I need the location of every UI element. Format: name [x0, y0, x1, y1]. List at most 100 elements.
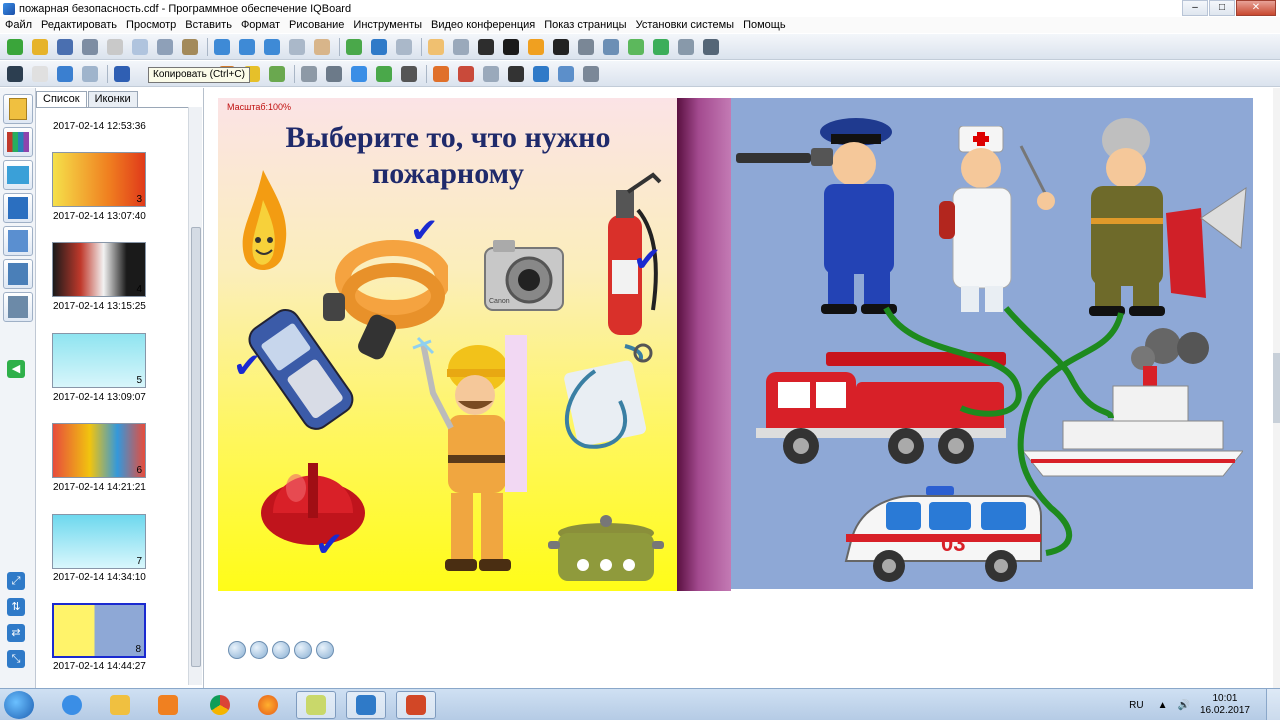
menu-file[interactable]: Файл	[5, 19, 32, 31]
paste-button[interactable]	[179, 36, 201, 58]
slide-thumbnail-4[interactable]: 4	[52, 242, 146, 297]
dual-screen-button[interactable]	[393, 36, 415, 58]
taskbar-iqboard[interactable]	[346, 691, 386, 719]
text-tool[interactable]	[505, 63, 527, 85]
slide-canvas[interactable]: Масштаб:100% Выберите то, что нужно пожа…	[218, 98, 1253, 591]
triangle-tool[interactable]	[398, 63, 420, 85]
magic-pen-tool[interactable]	[266, 63, 288, 85]
resource-tool[interactable]	[455, 63, 477, 85]
nav-last-button[interactable]	[316, 641, 334, 659]
fullscreen-button[interactable]	[368, 36, 390, 58]
slide-thumbnail-7[interactable]: 7	[52, 514, 146, 569]
print-button[interactable]	[79, 36, 101, 58]
sort-vertical-icon[interactable]: ⇅	[7, 598, 25, 616]
menu-settings[interactable]: Установки системы	[636, 19, 734, 31]
show-desktop-button[interactable]	[1266, 689, 1280, 720]
undo-button[interactable]	[54, 63, 76, 85]
expand-icon[interactable]: ⤢	[7, 572, 25, 590]
nav-first-button[interactable]	[228, 641, 246, 659]
pen-tool[interactable]	[111, 63, 133, 85]
save-button[interactable]	[54, 36, 76, 58]
line-tool[interactable]	[323, 63, 345, 85]
menu-format[interactable]: Формат	[241, 19, 280, 31]
eraser-tool[interactable]	[298, 63, 320, 85]
pink-board-image[interactable]	[505, 335, 527, 492]
slide-thumbnail-6[interactable]: 6	[52, 423, 146, 478]
scrollbar-thumb[interactable]	[1273, 353, 1280, 423]
taskbar-media-player[interactable]	[148, 691, 188, 719]
taskbar-files[interactable]	[296, 691, 336, 719]
tab-icons[interactable]: Иконки	[87, 91, 138, 107]
taskbar-firefox[interactable]	[248, 691, 288, 719]
minimize-button[interactable]: –	[1182, 0, 1208, 16]
clock[interactable]: 10:01 16.02.2017	[1200, 693, 1250, 717]
monitor-button[interactable]	[550, 36, 572, 58]
geometry-tab[interactable]	[3, 226, 33, 256]
image-button[interactable]	[343, 36, 365, 58]
taskbar-powerpoint[interactable]	[396, 691, 436, 719]
pan-button[interactable]	[311, 36, 333, 58]
screen-shade-button[interactable]	[500, 36, 522, 58]
menu-video-conference[interactable]: Видео конференция	[431, 19, 535, 31]
stethoscope-image[interactable]	[555, 341, 655, 456]
nav-next-button[interactable]	[294, 641, 312, 659]
menu-insert[interactable]: Вставить	[185, 19, 232, 31]
pointer-hand-button[interactable]	[425, 36, 447, 58]
capture-tool[interactable]	[580, 63, 602, 85]
menu-help[interactable]: Помощь	[743, 19, 786, 31]
taskbar-ie[interactable]	[52, 691, 92, 719]
notes-tab[interactable]	[3, 292, 33, 322]
camera-button[interactable]	[575, 36, 597, 58]
redo-button[interactable]	[79, 63, 101, 85]
color-tool[interactable]	[430, 63, 452, 85]
measure-tab[interactable]	[3, 259, 33, 289]
open-button[interactable]	[29, 36, 51, 58]
spotlight-button[interactable]	[475, 36, 497, 58]
slide-thumbnail-8[interactable]: 8	[52, 603, 146, 658]
camera-image[interactable]: Canon	[483, 238, 567, 318]
close-button[interactable]: ✕	[1236, 0, 1276, 16]
taskbar-chrome[interactable]	[200, 691, 240, 719]
swap-horizontal-icon[interactable]: ⇄	[7, 624, 25, 642]
tools-tab[interactable]	[3, 193, 33, 223]
menu-slideshow[interactable]: Показ страницы	[544, 19, 626, 31]
start-button[interactable]	[4, 691, 34, 719]
nav-stop-button[interactable]	[272, 641, 290, 659]
zoom-button[interactable]	[261, 36, 283, 58]
library-tab[interactable]	[3, 127, 33, 157]
pages-tab[interactable]	[3, 94, 33, 124]
delete-page-button[interactable]	[104, 36, 126, 58]
language-indicator[interactable]: RU	[1129, 700, 1143, 711]
menu-edit[interactable]: Редактировать	[41, 19, 117, 31]
mouse-tool[interactable]	[29, 63, 51, 85]
fire-helmet-image[interactable]	[258, 443, 368, 558]
table-tool[interactable]	[480, 63, 502, 85]
shape-tool[interactable]	[348, 63, 370, 85]
zoom-in-button[interactable]	[211, 36, 233, 58]
chart-tool[interactable]	[373, 63, 395, 85]
measure-tool[interactable]	[555, 63, 577, 85]
panel-scrollbar[interactable]	[188, 107, 202, 685]
select-tool[interactable]	[4, 63, 26, 85]
copy-button[interactable]	[129, 36, 151, 58]
resize-icon[interactable]: ⤡	[7, 650, 25, 668]
menu-view[interactable]: Просмотр	[126, 19, 176, 31]
fill-tool[interactable]	[530, 63, 552, 85]
menu-tools[interactable]: Инструменты	[353, 19, 422, 31]
new-page-button[interactable]	[4, 36, 26, 58]
zoom-out-button[interactable]	[236, 36, 258, 58]
share-button[interactable]	[650, 36, 672, 58]
tray-expand-icon[interactable]: ▲	[1158, 700, 1168, 711]
slide-thumbnail-5[interactable]: 5	[52, 333, 146, 388]
scrollbar-thumb[interactable]	[191, 227, 201, 667]
arrow-left-icon[interactable]: ◀	[7, 360, 25, 378]
recorder-button[interactable]	[600, 36, 622, 58]
cooking-pot-image[interactable]	[548, 503, 666, 588]
taskbar-explorer[interactable]	[100, 691, 140, 719]
exit-button[interactable]	[700, 36, 722, 58]
slide-thumbnail-3[interactable]: 3	[52, 152, 146, 207]
volume-icon[interactable]: 🔊	[1177, 700, 1189, 711]
tab-list[interactable]: Список	[36, 91, 87, 107]
flame-image[interactable]	[238, 170, 288, 282]
cut-button[interactable]	[154, 36, 176, 58]
